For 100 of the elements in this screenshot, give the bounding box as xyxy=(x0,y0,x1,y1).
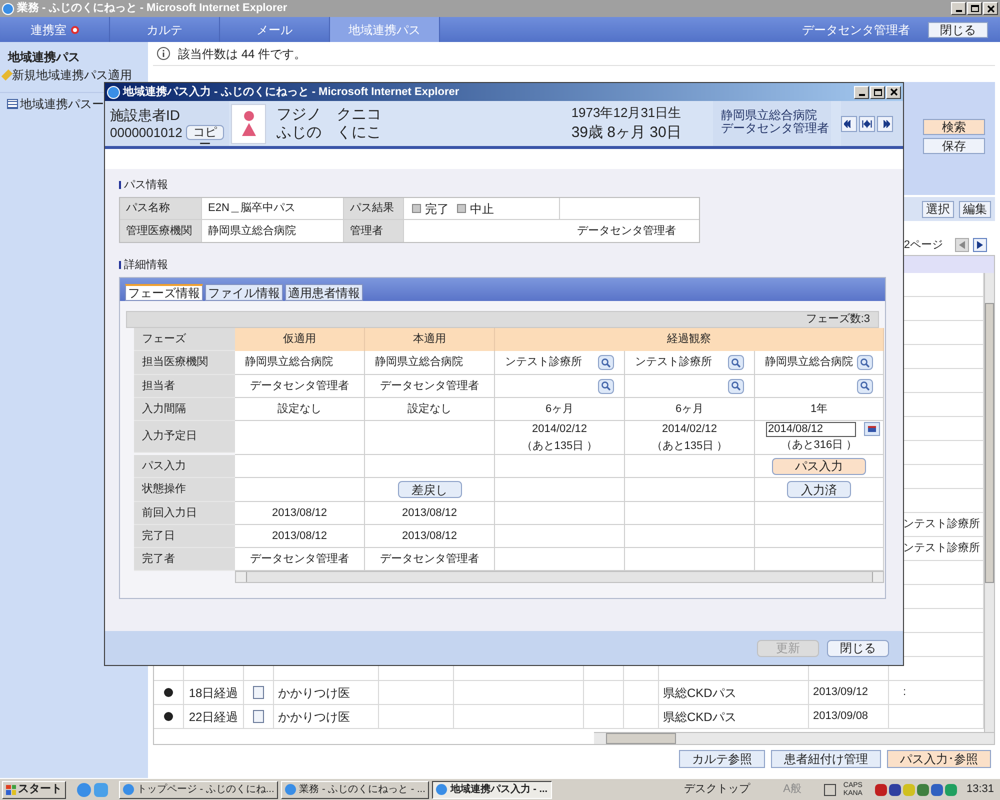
horizontal-scrollbar[interactable] xyxy=(235,571,884,583)
windows-logo-icon xyxy=(6,784,16,794)
cell-text: 2014/02/12 xyxy=(532,422,588,437)
help-icon[interactable] xyxy=(824,784,836,796)
column-header: 経過観察 xyxy=(667,332,711,348)
sidebar-item[interactable]: 新規地域連携パス適用 xyxy=(0,64,148,86)
tab[interactable]: フェーズ情報 xyxy=(125,284,203,301)
checkbox[interactable] xyxy=(457,204,466,213)
table-cell: 設定なし xyxy=(365,398,495,421)
state-button[interactable]: 入力済 xyxy=(787,481,851,498)
field-label: 管理者 xyxy=(344,220,404,242)
tab[interactable]: ファイル情報 xyxy=(205,284,283,301)
result-count: 該当件数は 44 件です。 xyxy=(178,46,306,62)
footer-button[interactable]: 閉じる xyxy=(827,640,889,656)
search-icon[interactable] xyxy=(598,355,614,370)
column-header: 仮適用 xyxy=(283,332,316,348)
patient-id: 0000001012 xyxy=(110,124,182,142)
table-cell-text: 22日経過 xyxy=(188,708,238,726)
table-cell: データセンタ管理者 xyxy=(365,548,495,571)
window-controls-icon[interactable] xyxy=(951,2,998,15)
grid-icon xyxy=(7,98,18,108)
checkbox[interactable] xyxy=(412,204,421,213)
date-field[interactable]: 2014/08/12 xyxy=(766,422,856,437)
path-input-button[interactable]: パス入力 xyxy=(772,458,866,474)
table-cell: 2013/08/12 xyxy=(235,525,365,548)
table-cell-text: 2013/09/12 xyxy=(813,685,868,700)
row-header: 完了者 xyxy=(142,552,175,567)
panel-button[interactable]: 保存 xyxy=(923,138,985,154)
table-cell: データセンタ管理者 xyxy=(235,548,365,571)
cell-text: データセンタ管理者 xyxy=(250,378,349,394)
taskbar-window[interactable]: 地域連携パス入力 - ... xyxy=(432,780,552,798)
table-cell-text: ンテスト診療所 xyxy=(903,541,980,556)
row-header: 状態操作 xyxy=(142,482,186,498)
row-header: フェーズ xyxy=(142,332,186,347)
patient-age: 39歳 8ヶ月 30日 xyxy=(571,123,682,143)
table-cell-text: : xyxy=(903,685,906,700)
table-cell-text: 18日経過 xyxy=(188,684,238,702)
first-page-icon[interactable] xyxy=(841,116,857,132)
taskbar-window[interactable]: トップページ - ふじのくにね... xyxy=(119,780,278,798)
cell-text: 静岡県立総合病院 xyxy=(375,354,463,370)
table-cell: 設定なし xyxy=(235,398,365,421)
tab[interactable]: 適用患者情報 xyxy=(285,284,363,301)
checkbox-label: 中止 xyxy=(470,200,494,218)
phase-count: フェーズ数:3 xyxy=(806,312,870,328)
window-label: 地域連携パス入力 - ... xyxy=(450,782,548,797)
checkbox-label: 完了 xyxy=(425,200,449,218)
field-label: パス結果 xyxy=(344,198,404,219)
table-cell-text: かかりつけ医 xyxy=(278,684,350,702)
toolbar-button[interactable]: 編集 xyxy=(959,200,991,218)
window-controls-icon[interactable] xyxy=(854,86,901,98)
section-heading: パス情報 xyxy=(124,178,168,193)
search-icon[interactable] xyxy=(857,378,873,394)
calendar-icon[interactable] xyxy=(864,422,880,436)
table-cell-text: かかりつけ医 xyxy=(278,708,350,726)
pencil-icon xyxy=(1,69,13,81)
toolbar-button[interactable]: 選択 xyxy=(922,200,954,218)
table-cell: 6ヶ月 xyxy=(495,398,625,421)
page-indicator: 2ページ xyxy=(904,238,943,253)
table-cell-text: 2013/09/08 xyxy=(813,709,868,724)
search-icon[interactable] xyxy=(728,378,744,394)
cell-text: （あと135日 ） xyxy=(521,438,598,454)
search-icon[interactable] xyxy=(598,378,614,394)
cell-text: ンテスト診療所 xyxy=(635,355,712,370)
cell-text: （あと316日 ） xyxy=(780,438,858,453)
document-icon xyxy=(253,710,264,723)
table-cell-text: 県総CKDパス xyxy=(663,708,736,726)
table-cell: 2013/08/12 xyxy=(235,502,365,525)
row-header: 入力予定日 xyxy=(142,428,197,444)
panel-button[interactable]: 検索 xyxy=(923,119,985,135)
document-icon xyxy=(253,686,264,699)
row-header: 担当医療機関 xyxy=(142,355,208,370)
sidebar-title: 地域連携パス xyxy=(6,49,81,64)
action-button[interactable]: カルテ参照 xyxy=(679,750,765,768)
action-button[interactable]: 患者紐付け管理 xyxy=(771,750,881,768)
browser-icon xyxy=(436,784,448,795)
vertical-scrollbar[interactable] xyxy=(984,273,994,732)
next-icon[interactable] xyxy=(877,116,893,132)
patient-name-kana: フジノ クニコ xyxy=(276,106,382,124)
search-icon[interactable] xyxy=(857,355,873,370)
window-label: 業務 - ふじのくにねっと - ... xyxy=(299,782,426,797)
cell-text: 静岡県立総合病院 xyxy=(245,354,333,370)
birth-date: 1973年12月31日生 xyxy=(571,104,682,122)
user-name: データセンタ管理者 xyxy=(802,22,910,38)
start-button[interactable]: スタート xyxy=(2,780,66,798)
section-heading: 詳細情報 xyxy=(124,258,168,273)
browser-icon xyxy=(2,2,14,14)
browser-icon xyxy=(123,784,134,795)
field-label: 管理医療機関 xyxy=(120,220,202,242)
horizontal-scrollbar[interactable] xyxy=(594,732,994,744)
field-label: パス名称 xyxy=(120,198,202,219)
search-icon[interactable] xyxy=(728,355,744,370)
table-cell: 2013/08/12 xyxy=(365,502,495,525)
row-header: 前回入力日 xyxy=(142,506,197,521)
taskbar-window[interactable]: 業務 - ふじのくにねっと - ... xyxy=(281,780,430,798)
state-button[interactable]: 差戻し xyxy=(398,481,462,498)
action-button[interactable]: パス入力･参照 xyxy=(887,750,991,768)
patient-name: ふじの くにこ xyxy=(276,124,382,142)
close-button[interactable]: 閉じる xyxy=(928,22,988,38)
next-page-icon[interactable] xyxy=(973,238,987,252)
cell-text: データセンタ管理者 xyxy=(380,378,479,394)
